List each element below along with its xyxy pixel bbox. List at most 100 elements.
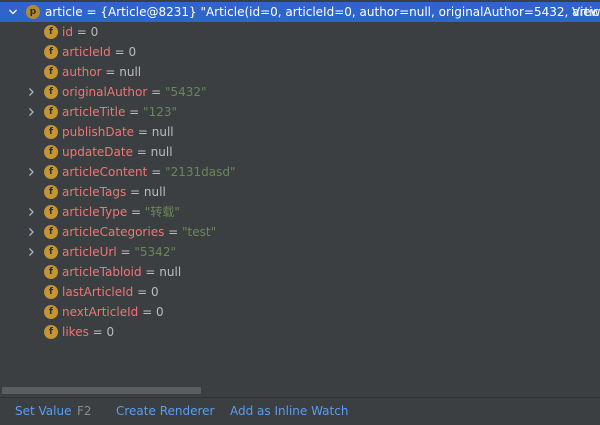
variable-summary: article = {Article@8231} "Article(id=0, … (45, 2, 600, 22)
field-text: publishDate = null (62, 122, 174, 142)
field-text: likes = 0 (62, 322, 114, 342)
field-equals: = (72, 25, 91, 39)
field-f-icon: f (44, 165, 58, 179)
chevron-right-icon[interactable] (26, 162, 36, 182)
tree-row-article[interactable]: p article = {Article@8231} "Article(id=0… (0, 2, 600, 22)
view-link[interactable]: View (572, 2, 600, 22)
field-text: articleCategories = "test" (62, 222, 216, 242)
chevron-right-icon[interactable] (26, 82, 36, 102)
field-value: "5432" (164, 85, 207, 99)
set-value-link[interactable]: Set Value (15, 398, 71, 424)
field-equals: = (147, 165, 166, 179)
field-f-icon: f (44, 285, 58, 299)
action-bar: Set Value F2 Create Renderer Add as Inli… (0, 397, 600, 425)
field-f-icon: f (44, 85, 58, 99)
field-text: articleContent = "2131dasd" (62, 162, 235, 182)
tree-row-articleContent[interactable]: f articleContent = "2131dasd" (0, 162, 600, 182)
property-p-icon: p (26, 5, 40, 19)
field-value: 0 (106, 325, 115, 339)
field-equals: = (116, 245, 135, 259)
tree-row-publishDate[interactable]: f publishDate = null (0, 122, 600, 142)
field-text: originalAuthor = "5432" (62, 82, 207, 102)
field-text: nextArticleId = 0 (62, 302, 164, 322)
field-name: articleCategories (62, 225, 165, 239)
field-value: 0 (150, 285, 159, 299)
tree-row-originalAuthor[interactable]: f originalAuthor = "5432" (0, 82, 600, 102)
chevron-right-icon[interactable] (26, 202, 36, 222)
chevron-right-icon[interactable] (26, 102, 36, 122)
variable-value: = {Article@8231} "Article(id=0, articleI… (82, 5, 600, 19)
field-value: 0 (155, 305, 164, 319)
field-f-icon: f (44, 325, 58, 339)
field-text: lastArticleId = 0 (62, 282, 159, 302)
field-value: "2131dasd" (165, 165, 236, 179)
field-equals: = (138, 305, 156, 319)
field-f-icon: f (44, 45, 58, 59)
field-text: articleId = 0 (62, 42, 136, 62)
field-f-icon: f (44, 105, 58, 119)
field-equals: = (101, 65, 120, 79)
field-value: null (159, 265, 182, 279)
field-text: updateDate = null (62, 142, 173, 162)
field-value: null (151, 125, 174, 139)
tree-row-articleUrl[interactable]: f articleUrl = "5342" (0, 242, 600, 262)
field-f-icon: f (44, 145, 58, 159)
field-name: likes (62, 325, 89, 339)
field-equals: = (141, 265, 160, 279)
field-value: 0 (128, 45, 137, 59)
field-name: nextArticleId (62, 305, 139, 319)
scrollbar-thumb[interactable] (2, 387, 201, 394)
field-equals: = (88, 325, 107, 339)
field-value: null (150, 145, 173, 159)
field-value: 0 (90, 25, 99, 39)
variable-name: article (45, 5, 83, 19)
field-name: articleTabloid (62, 265, 142, 279)
field-name: author (62, 65, 102, 79)
tree-row-articleTags[interactable]: f articleTags = null (0, 182, 600, 202)
field-f-icon: f (44, 305, 58, 319)
field-value: "123" (143, 105, 177, 119)
tree-row-updateDate[interactable]: f updateDate = null (0, 142, 600, 162)
variables-tree: p article = {Article@8231} "Article(id=0… (0, 0, 600, 385)
field-text: articleTabloid = null (62, 262, 181, 282)
tree-row-lastArticleId[interactable]: f lastArticleId = 0 (0, 282, 600, 302)
field-equals: = (125, 105, 144, 119)
field-text: id = 0 (62, 22, 98, 42)
create-renderer-link[interactable]: Create Renderer (116, 398, 214, 424)
tree-row-author[interactable]: f author = null (0, 62, 600, 82)
field-text: articleTags = null (62, 182, 166, 202)
field-text: articleTitle = "123" (62, 102, 177, 122)
field-name: lastArticleId (62, 285, 134, 299)
chevron-down-icon[interactable] (8, 2, 18, 22)
field-f-icon: f (44, 245, 58, 259)
add-inline-watch-link[interactable]: Add as Inline Watch (230, 398, 348, 424)
tree-row-articleTitle[interactable]: f articleTitle = "123" (0, 102, 600, 122)
set-value-shortcut: F2 (77, 404, 92, 418)
tree-row-articleId[interactable]: f articleId = 0 (0, 42, 600, 62)
chevron-right-icon[interactable] (26, 222, 36, 242)
field-f-icon: f (44, 205, 58, 219)
field-equals: = (132, 145, 151, 159)
tree-row-articleCategories[interactable]: f articleCategories = "test" (0, 222, 600, 242)
field-value: "转载" (144, 205, 180, 219)
tree-row-likes[interactable]: f likes = 0 (0, 322, 600, 342)
field-f-icon: f (44, 225, 58, 239)
horizontal-scrollbar[interactable] (0, 385, 600, 395)
field-value: null (143, 185, 166, 199)
field-equals: = (134, 125, 152, 139)
tree-row-articleTabloid[interactable]: f articleTabloid = null (0, 262, 600, 282)
field-f-icon: f (44, 125, 58, 139)
tree-row-nextArticleId[interactable]: f nextArticleId = 0 (0, 302, 600, 322)
field-text: author = null (62, 62, 141, 82)
tree-row-articleType[interactable]: f articleType = "转载" (0, 202, 600, 222)
field-f-icon: f (44, 265, 58, 279)
chevron-right-icon[interactable] (26, 242, 36, 262)
field-equals: = (127, 205, 145, 219)
field-text: articleType = "转载" (62, 202, 180, 222)
tree-row-id[interactable]: f id = 0 (0, 22, 600, 42)
field-value: null (119, 65, 142, 79)
field-equals: = (164, 225, 183, 239)
field-value: "5342" (134, 245, 176, 259)
field-f-icon: f (44, 25, 58, 39)
field-f-icon: f (44, 185, 58, 199)
